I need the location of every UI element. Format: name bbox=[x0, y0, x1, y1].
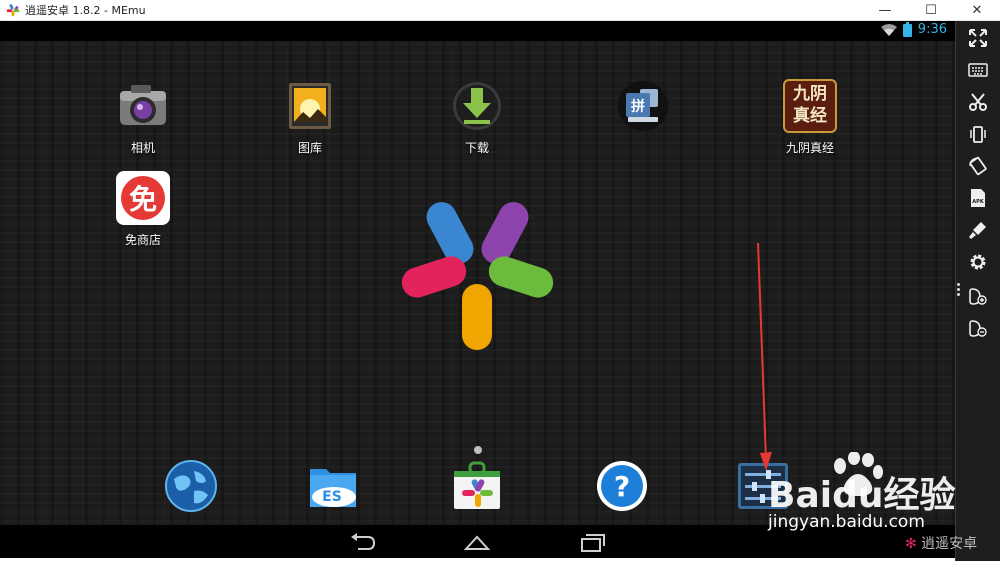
status-bar: 9:36 bbox=[0, 21, 955, 41]
game-icon-text: 九阴真经 bbox=[793, 84, 827, 126]
browser-globe-icon bbox=[165, 460, 217, 512]
memu-logo-icon bbox=[6, 4, 20, 17]
help-icon: ? bbox=[597, 461, 647, 511]
dock-store[interactable] bbox=[450, 459, 504, 513]
sidebar-grip[interactable] bbox=[957, 283, 961, 298]
close-button[interactable]: ✕ bbox=[954, 0, 1000, 20]
fullscreen-icon bbox=[969, 29, 987, 47]
recents-icon[interactable] bbox=[577, 531, 607, 553]
rotate-icon bbox=[969, 156, 987, 176]
screenshot-button[interactable] bbox=[964, 89, 992, 115]
back-icon[interactable] bbox=[348, 531, 378, 553]
keyboard-icon bbox=[968, 63, 988, 77]
volume-down-icon bbox=[969, 320, 987, 337]
pinyin-badge: 拼 bbox=[631, 98, 645, 115]
page-indicator-dot bbox=[474, 446, 482, 454]
camera-icon bbox=[116, 79, 170, 133]
dock-help[interactable]: ? bbox=[595, 459, 649, 513]
dock-browser[interactable] bbox=[164, 459, 218, 513]
brush-button[interactable] bbox=[964, 217, 992, 243]
volume-down-button[interactable] bbox=[964, 315, 992, 341]
app-free-store[interactable]: 免 免商店 bbox=[98, 171, 188, 248]
app-label: 图库 bbox=[297, 141, 322, 155]
watermark-url: jingyan.baidu.com bbox=[768, 512, 925, 532]
app-label: 免商店 bbox=[124, 233, 161, 247]
apk-install-button[interactable]: APK bbox=[964, 185, 992, 211]
brush-icon bbox=[969, 222, 986, 239]
battery-icon bbox=[902, 22, 912, 37]
es-file-explorer-icon: ES bbox=[310, 469, 356, 507]
app-label: 九阴真经 bbox=[785, 141, 834, 155]
dock-es-file-explorer[interactable]: ES bbox=[306, 459, 360, 513]
app-download[interactable]: 下载 bbox=[432, 79, 522, 156]
window-title-bar: 逍遥安卓 1.8.2 - MEmu — ☐ ✕ bbox=[0, 0, 1000, 21]
settings-button[interactable] bbox=[964, 249, 992, 275]
gallery-icon bbox=[283, 79, 337, 133]
rotate-button[interactable] bbox=[964, 153, 992, 179]
watermark-corner-text: 逍遥安卓 bbox=[921, 536, 978, 552]
app-camera[interactable]: 相机 bbox=[98, 79, 188, 156]
volume-up-button[interactable] bbox=[964, 283, 992, 309]
es-badge: ES bbox=[322, 489, 342, 505]
pinyin-keyboard-icon: 拼 bbox=[616, 79, 670, 133]
shake-button[interactable] bbox=[964, 121, 992, 147]
apk-install-icon: APK bbox=[971, 189, 985, 207]
game-icon: 九阴真经 bbox=[783, 79, 837, 133]
free-store-icon: 免 bbox=[116, 171, 170, 225]
minimize-button[interactable]: — bbox=[862, 0, 908, 20]
free-store-badge: 免 bbox=[121, 176, 165, 220]
emulator-sidebar: APK bbox=[955, 21, 1000, 561]
window-title: 逍遥安卓 1.8.2 - MEmu bbox=[25, 4, 146, 17]
gear-icon bbox=[970, 254, 986, 270]
app-jiuyin-zhenjing[interactable]: 九阴真经 九阴真经 bbox=[765, 79, 855, 156]
download-icon bbox=[450, 79, 504, 133]
app-gallery[interactable]: 图库 bbox=[265, 79, 355, 156]
app-label: 下载 bbox=[464, 141, 489, 155]
app-pinyin-keyboard[interactable]: 拼 bbox=[598, 79, 688, 139]
shake-icon bbox=[970, 126, 986, 143]
keyboard-button[interactable] bbox=[964, 57, 992, 83]
svg-text:APK: APK bbox=[972, 199, 985, 205]
wifi-icon bbox=[880, 23, 897, 36]
maximize-button[interactable]: ☐ bbox=[908, 0, 954, 20]
volume-up-icon bbox=[969, 288, 987, 305]
store-icon bbox=[454, 461, 500, 509]
status-clock: 9:36 bbox=[917, 22, 947, 37]
watermark-corner: ✻ 逍遥安卓 bbox=[905, 536, 978, 552]
screenshot-scissors-icon bbox=[969, 93, 987, 111]
help-badge: ? bbox=[614, 470, 630, 503]
fullscreen-button[interactable] bbox=[964, 25, 992, 51]
app-label: 相机 bbox=[130, 141, 155, 155]
watermark-brand: Baidu经验 bbox=[768, 475, 956, 516]
annotation-arrow bbox=[757, 242, 772, 471]
memu-star-logo bbox=[401, 202, 554, 350]
home-icon[interactable] bbox=[462, 531, 492, 553]
